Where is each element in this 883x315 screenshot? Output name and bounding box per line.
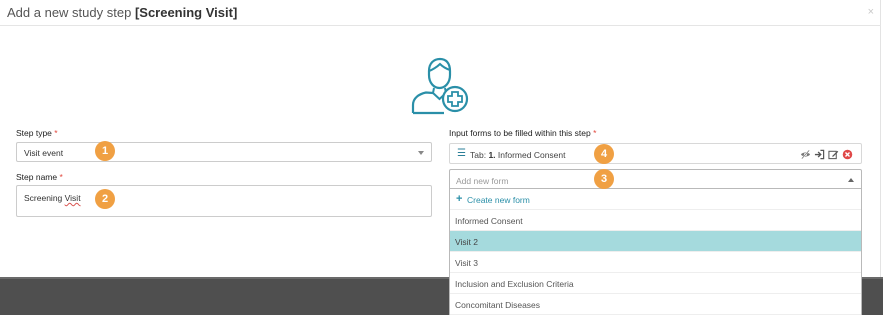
dropdown-option[interactable]: Concomitant Diseases	[450, 294, 861, 315]
form-item-actions	[800, 149, 853, 160]
add-new-form-placeholder: Add new form	[456, 176, 509, 186]
form-item-label: Tab: 1. Informed Consent	[470, 150, 566, 160]
dropdown-option-label: Visit 2	[455, 237, 478, 247]
step-type-label: Step type *	[16, 128, 58, 138]
form-item-prefix: Tab:	[470, 150, 487, 160]
modal-title: Add a new study step [Screening Visit]	[7, 5, 237, 20]
step-name-label: Step name *	[16, 172, 63, 182]
add-user-icon	[411, 57, 469, 115]
form-list-item[interactable]: ☰ Tab: 1. Informed Consent	[449, 143, 862, 164]
edit-icon[interactable]	[828, 149, 839, 160]
create-new-form-label: Create new form	[467, 195, 530, 205]
form-item-number: 1.	[488, 150, 496, 160]
callout-badge-4: 4	[594, 144, 614, 164]
chevron-up-icon	[848, 178, 854, 182]
modal-title-step: [Screening Visit]	[134, 5, 238, 20]
dropdown-option[interactable]: Inclusion and Exclusion Criteria	[450, 273, 861, 294]
dropdown-option-label: Informed Consent	[455, 216, 523, 226]
create-new-form-option[interactable]: + Create new form	[450, 189, 861, 210]
dropdown-option-label: Concomitant Diseases	[455, 300, 541, 310]
form-item-name: Informed Consent	[497, 150, 566, 160]
required-mark: *	[593, 128, 597, 138]
step-type-label-text: Step type	[16, 128, 52, 138]
step-type-value: Visit event	[24, 148, 64, 158]
eye-slash-icon[interactable]	[800, 149, 811, 160]
dropdown-option[interactable]: Informed Consent	[450, 210, 861, 231]
sign-in-icon[interactable]	[814, 149, 825, 160]
dropdown-option[interactable]: Visit 3	[450, 252, 861, 273]
add-new-form-select[interactable]: Add new form	[449, 169, 862, 189]
drag-handle-icon[interactable]: ☰	[457, 148, 466, 159]
modal-header: Add a new study step [Screening Visit] ×	[0, 0, 881, 26]
chevron-down-icon	[418, 151, 424, 155]
step-name-label-text: Step name	[16, 172, 58, 182]
plus-icon: +	[456, 193, 463, 205]
spellcheck-word: Visit	[64, 193, 81, 203]
remove-circle-icon[interactable]	[842, 149, 853, 160]
step-name-value: Screening Visit	[24, 193, 81, 203]
form-dropdown-menu: + Create new form Informed Consent Visit…	[449, 189, 862, 315]
input-forms-label-text: Input forms to be filled within this ste…	[449, 128, 591, 138]
callout-badge-1: 1	[95, 141, 115, 161]
input-forms-label: Input forms to be filled within this ste…	[449, 128, 596, 138]
required-mark: *	[54, 128, 58, 138]
step-type-select[interactable]: Visit event	[16, 142, 432, 162]
dropdown-option-selected[interactable]: Visit 2	[450, 231, 861, 252]
step-name-field[interactable]: Screening Visit	[16, 185, 432, 217]
callout-badge-3: 3	[594, 169, 614, 189]
step-name-word: Screening	[24, 193, 63, 203]
modal-title-prefix: Add a new study step	[7, 5, 132, 20]
dropdown-option-label: Visit 3	[455, 258, 478, 268]
close-icon[interactable]: ×	[868, 6, 874, 18]
required-mark: *	[59, 172, 63, 182]
dropdown-option-label: Inclusion and Exclusion Criteria	[455, 279, 574, 289]
callout-badge-2: 2	[95, 189, 115, 209]
